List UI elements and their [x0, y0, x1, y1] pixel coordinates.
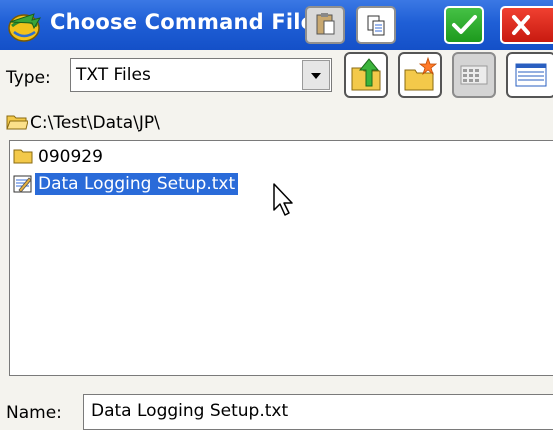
- checkmark-icon: [452, 15, 477, 34]
- list-item-label: Data Logging Setup.txt: [35, 173, 239, 195]
- file-name-input[interactable]: Data Logging Setup.txt: [83, 394, 553, 430]
- text-file-icon: [13, 175, 32, 193]
- folder-up-icon: [351, 58, 381, 91]
- details-view-icon: [515, 63, 547, 87]
- close-icon: [512, 15, 530, 35]
- folder-icon: [6, 115, 28, 130]
- chevron-down-icon: [311, 73, 321, 79]
- current-path: C:\Test\Data\JP\: [30, 113, 160, 133]
- title-bar: Choose Command File: [0, 0, 553, 50]
- paste-icon: [316, 13, 335, 35]
- file-type-dropdown[interactable]: TXT Files: [70, 58, 332, 92]
- new-folder-icon: [404, 56, 438, 91]
- list-view-icon: [460, 65, 488, 85]
- new-folder-button[interactable]: [398, 52, 442, 98]
- file-list[interactable]: 090929 Data Logging Setup.txt: [9, 140, 553, 376]
- dropdown-button[interactable]: [302, 60, 330, 90]
- up-folder-button[interactable]: [344, 52, 388, 98]
- name-label: Name:: [6, 403, 62, 423]
- ok-button[interactable]: [444, 6, 484, 44]
- list-item-label: 090929: [38, 147, 103, 167]
- mouse-pointer-icon: [273, 183, 293, 216]
- globe-arrow-icon: [8, 13, 42, 42]
- folder-icon: [13, 149, 33, 164]
- window-title: Choose Command File: [50, 10, 316, 34]
- details-view-button[interactable]: [506, 52, 553, 98]
- list-view-button[interactable]: [452, 52, 496, 98]
- type-label: Type:: [6, 68, 51, 88]
- copy-button[interactable]: [356, 6, 396, 44]
- file-type-value: TXT Files: [76, 65, 151, 85]
- paste-button[interactable]: [305, 6, 345, 44]
- copy-icon: [367, 15, 385, 36]
- close-button[interactable]: [500, 6, 553, 44]
